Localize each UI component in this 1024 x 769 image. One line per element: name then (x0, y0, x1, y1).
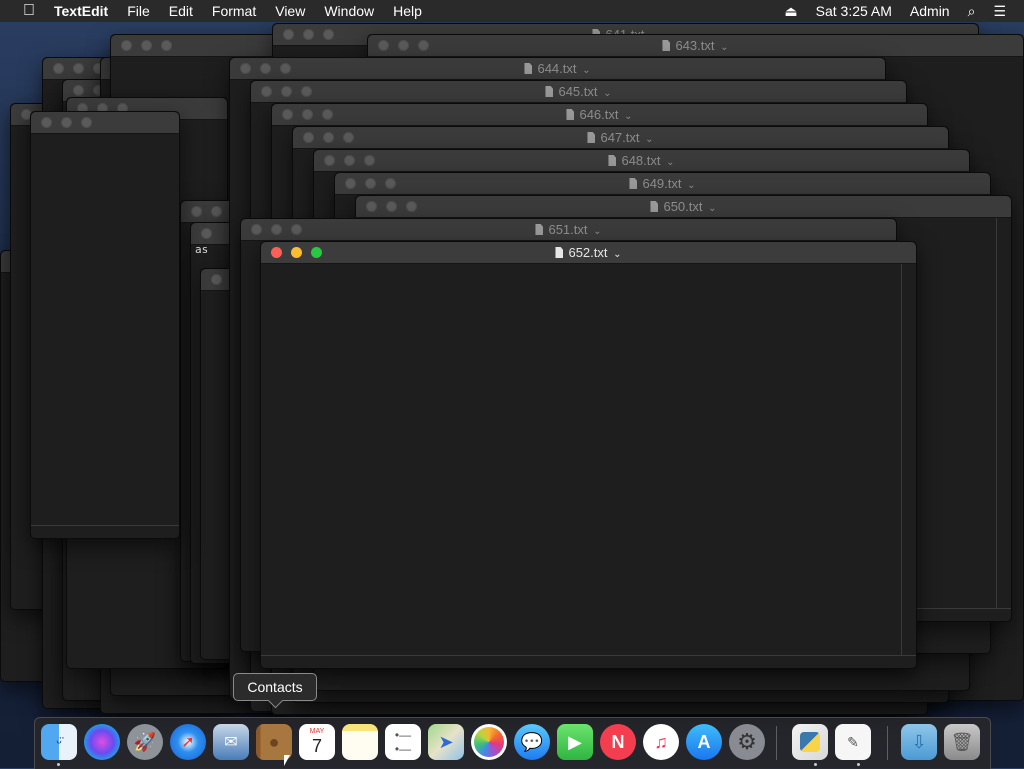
background-window (30, 111, 180, 539)
window-title: 645.txt (558, 84, 598, 99)
menu-format[interactable]: Format (212, 3, 256, 19)
maps-icon[interactable]: ➤ (428, 724, 464, 760)
calendar-icon[interactable]: MAY 7 (299, 724, 335, 760)
window-title: 646.txt (579, 107, 619, 122)
window-title: 647.txt (600, 130, 640, 145)
menu-view[interactable]: View (275, 3, 305, 19)
menu-edit[interactable]: Edit (169, 3, 193, 19)
menu-bar:  TextEdit File Edit Format View Window … (0, 0, 1024, 22)
photos-icon[interactable] (471, 724, 507, 760)
apple-logo-icon[interactable]:  (18, 2, 40, 20)
trash-icon[interactable]: 🗑 (944, 724, 980, 760)
window-652-active[interactable]: 652.txt ⌄ (260, 241, 917, 669)
document-icon (566, 109, 575, 120)
notes-icon[interactable] (342, 724, 378, 760)
window-title: 649.txt (642, 176, 682, 191)
news-icon[interactable]: N (600, 724, 636, 760)
safari-icon[interactable]: ➚ (170, 724, 206, 760)
window-title-label: 652.txt (568, 245, 608, 260)
window-title: 648.txt (621, 153, 661, 168)
window-title: 651.txt (548, 222, 588, 237)
window-title: 644.txt (537, 61, 577, 76)
menu-window[interactable]: Window (324, 3, 374, 19)
dock: ᵕ̈ 🚀 ➚ ✉ ● MAY 7 •— •— ➤ 💬 ▶ N ♫ A ⚙ ✎ ⇩ … (34, 717, 991, 769)
document-icon (555, 247, 564, 258)
finder-icon[interactable]: ᵕ̈ (41, 724, 77, 760)
app-store-icon[interactable]: A (686, 724, 722, 760)
mouse-cursor (284, 755, 290, 766)
active-window-title[interactable]: 652.txt ⌄ (261, 245, 916, 260)
active-window-titlebar[interactable]: 652.txt ⌄ (261, 242, 916, 264)
mail-icon[interactable]: ✉ (213, 724, 249, 760)
siri-icon[interactable] (84, 724, 120, 760)
document-icon (650, 201, 659, 212)
document-icon (545, 86, 554, 97)
window-title: 650.txt (663, 199, 703, 214)
document-icon (608, 155, 617, 166)
text-editor-area[interactable] (261, 264, 901, 655)
document-icon (629, 178, 638, 189)
system-preferences-icon[interactable]: ⚙ (729, 724, 765, 760)
document-icon (662, 40, 671, 51)
textedit-icon[interactable]: ✎ (835, 724, 871, 760)
chevron-down-icon[interactable]: ⌄ (613, 249, 621, 260)
window-edge-text: as (195, 243, 209, 256)
calendar-month: MAY (309, 728, 325, 735)
menubar-clock[interactable]: Sat 3:25 AM (816, 3, 892, 19)
dock-separator (887, 726, 888, 760)
downloads-folder-icon[interactable]: ⇩ (901, 724, 937, 760)
menubar-user[interactable]: Admin (910, 3, 950, 19)
menu-file[interactable]: File (127, 3, 150, 19)
document-icon (535, 224, 544, 235)
vertical-scrollbar[interactable] (901, 264, 902, 656)
facetime-icon[interactable]: ▶ (557, 724, 593, 760)
calendar-day: 7 (311, 736, 322, 756)
document-icon (587, 132, 596, 143)
music-icon[interactable]: ♫ (643, 724, 679, 760)
document-icon (524, 63, 533, 74)
window-title: 643.txt (675, 38, 715, 53)
spotlight-search-icon[interactable]: ⌕ (968, 3, 976, 20)
reminders-icon[interactable]: •— •— (385, 724, 421, 760)
eject-icon[interactable]: ⏏ (784, 3, 797, 20)
launchpad-icon[interactable]: 🚀 (127, 724, 163, 760)
notification-center-icon[interactable]: ☰ (993, 3, 1006, 20)
messages-icon[interactable]: 💬 (514, 724, 550, 760)
dock-tooltip: Contacts (233, 673, 317, 701)
menu-app-name[interactable]: TextEdit (54, 3, 108, 19)
horizontal-scrollbar[interactable] (261, 655, 916, 656)
python-launcher-icon[interactable] (792, 724, 828, 760)
dock-separator (776, 726, 777, 760)
menu-help[interactable]: Help (393, 3, 422, 19)
